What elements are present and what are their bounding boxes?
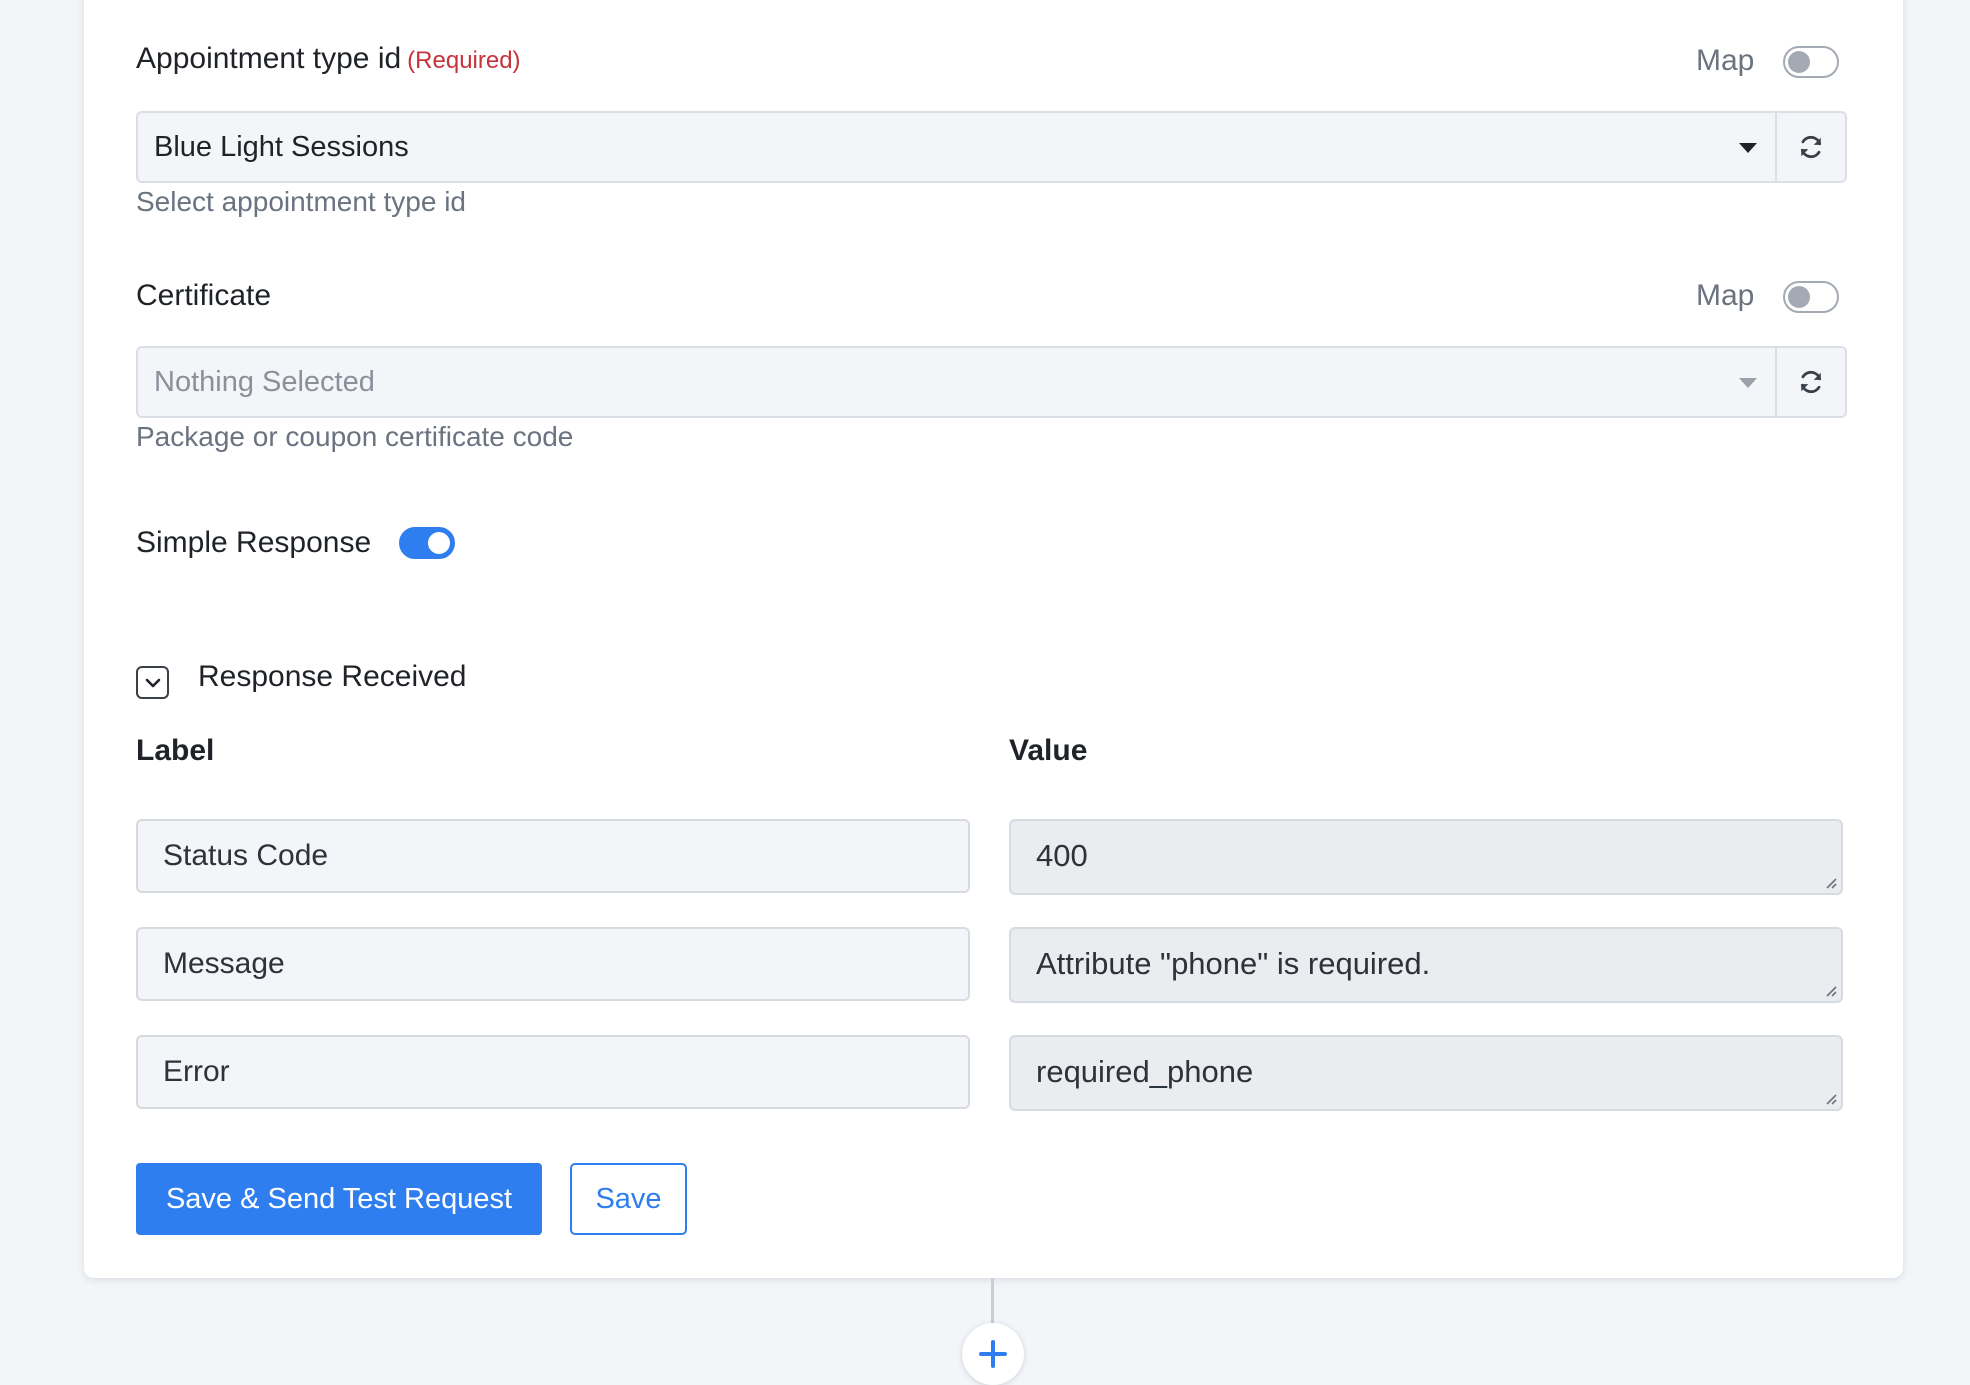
resize-handle-icon[interactable] xyxy=(1823,1091,1837,1105)
certificate-refresh-button[interactable] xyxy=(1777,346,1847,418)
response-value-field[interactable]: Attribute "phone" is required. xyxy=(1009,927,1843,1003)
appointment-type-map-label: Map xyxy=(1696,44,1755,77)
flow-connector-line xyxy=(991,1278,994,1326)
appointment-type-map-toggle[interactable] xyxy=(1783,46,1839,78)
add-step-button[interactable] xyxy=(962,1323,1024,1385)
refresh-icon xyxy=(1800,135,1822,159)
certificate-label: Certificate xyxy=(136,279,272,312)
value-column-header: Value xyxy=(1009,734,1088,767)
certificate-select[interactable]: Nothing Selected xyxy=(136,346,1777,418)
response-received-collapse-button[interactable] xyxy=(136,666,169,699)
label-column-header: Label xyxy=(136,734,215,767)
chevron-down-icon xyxy=(145,678,160,687)
certificate-map-toggle[interactable] xyxy=(1783,281,1839,313)
response-received-title: Response Received xyxy=(198,660,467,693)
appointment-type-label: Appointment type id xyxy=(136,42,402,75)
simple-response-label: Simple Response xyxy=(136,526,372,559)
appointment-type-helper: Select appointment type id xyxy=(136,186,466,217)
response-label-field[interactable]: Message xyxy=(136,927,970,1001)
response-value-text: Attribute "phone" is required. xyxy=(1036,946,1431,981)
save-button[interactable]: Save xyxy=(570,1163,687,1235)
response-value-field[interactable]: required_phone xyxy=(1009,1035,1843,1111)
toggle-knob xyxy=(1788,51,1810,73)
appointment-type-selected-value: Blue Light Sessions xyxy=(154,131,409,163)
caret-down-icon xyxy=(1739,143,1757,153)
required-indicator: (Required) xyxy=(407,47,521,74)
response-value-text: 400 xyxy=(1036,838,1088,873)
certificate-placeholder: Nothing Selected xyxy=(154,366,375,398)
save-and-send-test-request-button[interactable]: Save & Send Test Request xyxy=(136,1163,542,1235)
certificate-helper: Package or coupon certificate code xyxy=(136,421,574,452)
plus-icon xyxy=(979,1340,1007,1368)
appointment-type-refresh-button[interactable] xyxy=(1777,111,1847,183)
caret-down-icon xyxy=(1739,378,1757,388)
response-value-text: required_phone xyxy=(1036,1054,1254,1089)
step-config-card: Appointment type id (Required) Map Blue L… xyxy=(84,0,1903,1278)
response-label-field[interactable]: Status Code xyxy=(136,819,970,893)
appointment-type-label-row: Appointment type id (Required) xyxy=(136,42,521,76)
toggle-knob xyxy=(428,532,450,554)
resize-handle-icon[interactable] xyxy=(1823,983,1837,997)
appointment-type-select[interactable]: Blue Light Sessions xyxy=(136,111,1777,183)
simple-response-toggle[interactable] xyxy=(399,527,455,559)
toggle-knob xyxy=(1788,286,1810,308)
refresh-icon xyxy=(1800,370,1822,394)
resize-handle-icon[interactable] xyxy=(1823,875,1837,889)
response-label-field[interactable]: Error xyxy=(136,1035,970,1109)
certificate-map-label: Map xyxy=(1696,279,1755,312)
response-value-field[interactable]: 400 xyxy=(1009,819,1843,895)
